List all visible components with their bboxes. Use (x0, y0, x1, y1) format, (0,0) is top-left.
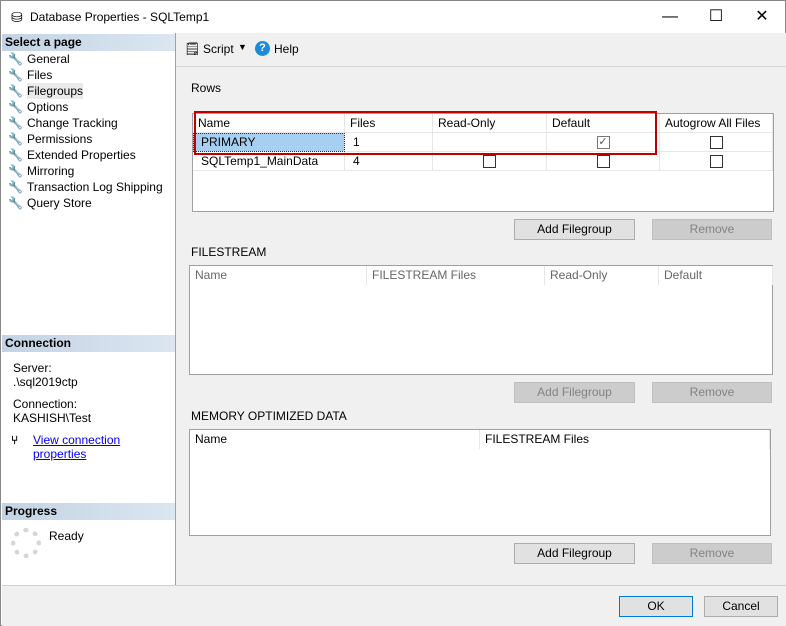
view-connection-properties-link[interactable]: View connection properties (33, 433, 175, 461)
column-header: Default (659, 266, 773, 285)
server-value: .\sql2019ctp (13, 375, 78, 389)
sidebar-item-files[interactable]: 🔧 Files (8, 67, 52, 83)
sidebar-item-permissions[interactable]: 🔧 Permissions (8, 131, 92, 147)
select-page-heading: Select a page (2, 34, 175, 51)
memory-optimized-table[interactable]: Name FILESTREAM Files (189, 429, 771, 536)
toolbar: 🗒 Script ▼ ? Help (176, 33, 786, 67)
sidebar-item-label: Files (27, 68, 53, 82)
column-header: FILESTREAM Files (367, 266, 545, 285)
sidebar-item-general[interactable]: 🔧 General (8, 51, 70, 67)
wrench-icon: 🔧 (8, 68, 23, 82)
sidebar-item-options[interactable]: 🔧 Options (8, 99, 68, 115)
default-checkbox[interactable] (596, 155, 610, 168)
autogrow-checkbox[interactable] (709, 155, 723, 168)
wrench-icon: 🔧 (8, 196, 23, 210)
wrench-icon: 🔧 (8, 132, 23, 146)
filestream-remove-button[interactable]: Remove (652, 382, 772, 403)
script-dropdown-chevron-icon[interactable]: ▼ (238, 42, 247, 52)
sidebar-item-label: Query Store (27, 196, 92, 210)
help-icon[interactable]: ? (255, 41, 270, 56)
sidebar-item-transaction-log-shipping[interactable]: 🔧 Transaction Log Shipping (8, 179, 163, 195)
wrench-icon: 🔧 (8, 148, 23, 162)
sidebar-item-label: Filegroups (27, 83, 84, 99)
cancel-button[interactable]: Cancel (704, 596, 778, 617)
sidebar-item-label: Extended Properties (27, 148, 136, 162)
sidebar-item-label: Change Tracking (27, 116, 118, 130)
read-only-checkbox[interactable] (483, 155, 496, 168)
sidebar-item-change-tracking[interactable]: 🔧 Change Tracking (8, 115, 118, 131)
column-header: Autogrow All Files (660, 114, 773, 133)
wrench-icon: 🔧 (8, 164, 23, 178)
ok-button[interactable]: OK (619, 596, 693, 617)
autogrow-cell (660, 133, 773, 152)
column-header: Read-Only (545, 266, 659, 285)
progress-spinner-icon (11, 528, 41, 558)
progress-heading: Progress (2, 503, 175, 520)
sidebar-item-query-store[interactable]: 🔧 Query Store (8, 195, 92, 211)
connection-value: KASHISH\Test (13, 411, 92, 425)
dialog-window: ⛁ Database Properties - SQLTemp1 — ☐ ✕ S… (0, 0, 786, 626)
wrench-icon: 🔧 (8, 100, 23, 114)
sidebar-item-label: Transaction Log Shipping (27, 180, 163, 194)
progress-status: Ready (49, 529, 84, 543)
rows-remove-button[interactable]: Remove (652, 219, 772, 240)
help-button[interactable]: Help (274, 42, 299, 56)
memory-remove-button[interactable]: Remove (652, 543, 772, 564)
wrench-icon: 🔧 (8, 84, 23, 98)
rows-label: Rows (191, 81, 222, 95)
autogrow-checkbox[interactable] (709, 136, 723, 149)
sidebar-item-label: General (27, 52, 70, 66)
wrench-icon: 🔧 (8, 52, 23, 66)
sidebar-item-extended-properties[interactable]: 🔧 Extended Properties (8, 147, 136, 163)
sidebar-item-label: Permissions (27, 132, 93, 146)
minimize-button[interactable]: — (647, 1, 693, 32)
sidebar-item-filegroups[interactable]: 🔧 Filegroups (8, 83, 84, 99)
autogrow-cell (660, 152, 773, 171)
wrench-icon: 🔧 (8, 116, 23, 130)
window-title: Database Properties - SQLTemp1 (30, 10, 210, 24)
highlight-box (194, 111, 657, 155)
plug-icon: ⑂ (11, 433, 19, 447)
column-header: Name (190, 266, 367, 285)
column-header: FILESTREAM Files (480, 430, 770, 449)
server-label: Server: (13, 361, 52, 375)
maximize-button[interactable]: ☐ (693, 1, 739, 32)
filestream-table[interactable]: Name FILESTREAM Files Read-Only Default (189, 265, 773, 375)
memory-add-filegroup-button[interactable]: Add Filegroup (514, 543, 635, 564)
close-button[interactable]: ✕ (739, 1, 785, 32)
filestream-add-filegroup-button[interactable]: Add Filegroup (514, 382, 635, 403)
memory-optimized-label: MEMORY OPTIMIZED DATA (191, 409, 347, 423)
rows-add-filegroup-button[interactable]: Add Filegroup (514, 219, 635, 240)
script-icon: 🗒 (184, 41, 201, 56)
column-header: Name (190, 430, 480, 449)
connection-label: Connection: (13, 397, 78, 411)
sidebar-item-label: Mirroring (27, 164, 75, 178)
left-panel: Select a page 🔧 General 🔧 Files 🔧 Filegroups 🔧… (2, 33, 176, 585)
script-button[interactable]: Script (203, 42, 234, 56)
database-icon: ⛁ (11, 9, 23, 25)
connection-heading: Connection (2, 335, 175, 352)
dialog-footer: OK Cancel (2, 585, 786, 626)
filestream-label: FILESTREAM (191, 245, 267, 259)
sidebar-item-mirroring[interactable]: 🔧 Mirroring (8, 163, 74, 179)
wrench-icon: 🔧 (8, 180, 23, 194)
title-bar: ⛁ Database Properties - SQLTemp1 — ☐ ✕ (1, 1, 785, 33)
sidebar-item-label: Options (27, 100, 69, 114)
